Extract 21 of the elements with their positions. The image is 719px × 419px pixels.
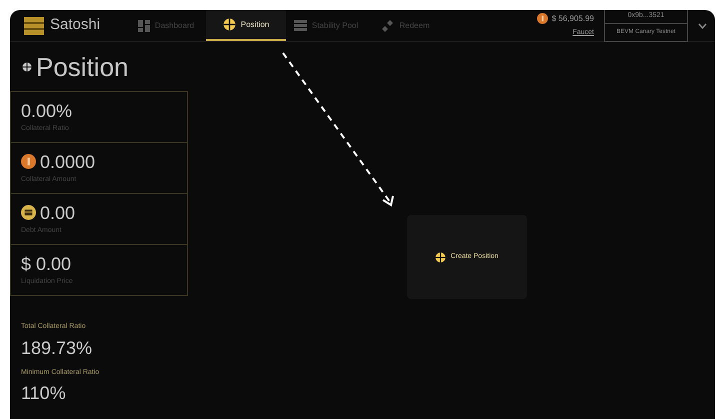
stack-icon — [294, 20, 307, 31]
logo-icon — [24, 16, 44, 34]
stat-value: $ 0.00 — [21, 252, 72, 275]
stat-value: 0.00% — [21, 100, 72, 122]
stat-value: 0.0000 — [40, 150, 96, 173]
coin-icon — [21, 154, 36, 170]
grid-icon — [138, 20, 150, 32]
token-icon — [21, 205, 36, 220]
stat-value: 0.00 — [40, 202, 76, 224]
chevron-down-icon[interactable] — [698, 22, 707, 28]
coin-icon — [536, 13, 548, 24]
nav-tab[interactable]: Position — [206, 10, 286, 41]
brand-name: Satoshi — [50, 15, 100, 36]
summary-value: 189.73% — [21, 336, 94, 360]
cross-circle-icon — [434, 252, 446, 262]
cross-circle-icon — [22, 62, 32, 72]
balance-text: $ 56,905.99 — [552, 12, 594, 25]
diamonds-icon — [382, 20, 394, 32]
cross-circle-icon — [222, 18, 236, 31]
summary-value: 110% — [21, 382, 67, 405]
page-title: Position — [36, 50, 128, 84]
